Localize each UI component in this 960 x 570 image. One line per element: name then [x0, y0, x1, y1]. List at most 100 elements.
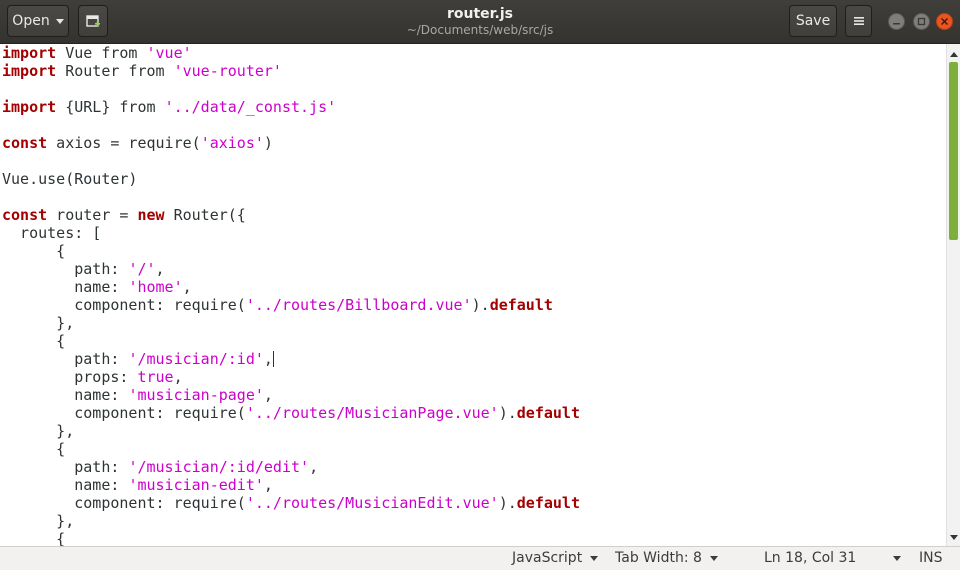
new-document-button[interactable]: [78, 5, 108, 37]
code-line[interactable]: path: '/musician/:id/edit',: [2, 458, 946, 476]
code-token: ): [263, 134, 273, 152]
code-string: 'axios': [200, 134, 264, 152]
code-line[interactable]: },: [2, 314, 946, 332]
code-string: '../data/_const.js': [164, 98, 337, 116]
close-icon: [941, 18, 948, 25]
code-token: ).: [471, 296, 490, 314]
tab-width-selector[interactable]: Tab Width: 8: [615, 550, 718, 566]
code-line[interactable]: {: [2, 530, 946, 546]
code-line[interactable]: import {URL} from '../data/_const.js': [2, 98, 946, 116]
code-token: component: require(: [2, 494, 246, 512]
open-button[interactable]: Open: [7, 5, 69, 37]
chevron-down-icon: [709, 555, 718, 561]
code-string: '/': [128, 260, 156, 278]
code-line[interactable]: {: [2, 332, 946, 350]
code-token: path:: [2, 350, 129, 368]
code-token: props:: [2, 368, 138, 386]
cursor-position-label: Ln 18, Col 31: [764, 550, 857, 566]
code-token: axios = require(: [47, 134, 201, 152]
code-line[interactable]: [2, 152, 946, 170]
cursor-position-selector[interactable]: Ln 18, Col 31: [764, 550, 902, 566]
code-string: '/musician/:id/edit': [128, 458, 310, 476]
code-keyword: const: [2, 134, 48, 152]
code-text[interactable]: import Vue from 'vue' import Router from …: [0, 44, 946, 546]
scrollbar-thumb[interactable]: [949, 62, 958, 240]
code-line[interactable]: component: require('../routes/MusicianEd…: [2, 494, 946, 512]
code-string: '../routes/MusicianEdit.vue': [245, 494, 499, 512]
code-line[interactable]: {: [2, 440, 946, 458]
code-editor[interactable]: import Vue from 'vue' import Router from …: [0, 44, 946, 546]
code-token: ,: [263, 350, 273, 368]
code-keyword: import: [2, 62, 57, 80]
hamburger-menu-button[interactable]: [845, 5, 872, 37]
save-button-label: Save: [795, 13, 831, 29]
code-line[interactable]: name: 'home',: [2, 278, 946, 296]
code-keyword: default: [516, 494, 580, 512]
insert-mode-indicator: INS: [919, 550, 943, 566]
insert-mode-label: INS: [919, 550, 943, 566]
code-line[interactable]: component: require('../routes/MusicianPa…: [2, 404, 946, 422]
code-line[interactable]: import Router from 'vue-router': [2, 62, 946, 80]
code-token: },: [2, 512, 75, 530]
code-token: ,: [263, 386, 273, 404]
window-title: router.js: [446, 6, 514, 22]
code-token: router =: [47, 206, 138, 224]
code-line[interactable]: path: '/musician/:id',: [2, 350, 946, 368]
code-literal: true: [137, 368, 174, 386]
code-line[interactable]: import Vue from 'vue': [2, 44, 946, 62]
code-token: ,: [263, 476, 273, 494]
code-line[interactable]: props: true,: [2, 368, 946, 386]
code-token: name:: [2, 278, 129, 296]
code-line[interactable]: },: [2, 512, 946, 530]
code-string: 'vue-router': [173, 62, 282, 80]
code-line[interactable]: [2, 80, 946, 98]
code-token: ,: [182, 278, 192, 296]
code-line[interactable]: },: [2, 422, 946, 440]
code-token: routes: [: [2, 224, 102, 242]
code-line[interactable]: name: 'musician-edit',: [2, 476, 946, 494]
minimize-icon: [893, 23, 900, 25]
code-token: Router({: [164, 206, 246, 224]
code-line[interactable]: routes: [: [2, 224, 946, 242]
code-token: name:: [2, 476, 129, 494]
status-bar: JavaScript Tab Width: 8 Ln 18, Col 31 IN…: [0, 546, 960, 570]
code-line[interactable]: {: [2, 242, 946, 260]
open-button-label: Open: [12, 13, 50, 29]
language-selector[interactable]: JavaScript: [512, 550, 599, 566]
language-label: JavaScript: [512, 550, 583, 566]
code-token: ).: [498, 404, 517, 422]
code-line[interactable]: const axios = require('axios'): [2, 134, 946, 152]
save-button[interactable]: Save: [789, 5, 837, 37]
code-string: '../routes/MusicianPage.vue': [245, 404, 499, 422]
tab-width-label: Tab Width: 8: [615, 550, 702, 566]
scroll-up-icon[interactable]: [950, 52, 958, 57]
code-token: Vue.use(Router): [2, 170, 138, 188]
code-line[interactable]: const router = new Router({: [2, 206, 946, 224]
chevron-down-icon: [893, 555, 902, 561]
new-document-icon: [86, 15, 100, 27]
code-string: '/musician/:id': [128, 350, 264, 368]
code-line[interactable]: Vue.use(Router): [2, 170, 946, 188]
chevron-down-icon: [590, 555, 599, 561]
code-keyword: import: [2, 44, 57, 62]
minimize-button[interactable]: [888, 13, 905, 30]
code-keyword: new: [137, 206, 165, 224]
code-keyword: const: [2, 206, 48, 224]
scroll-down-icon[interactable]: [950, 535, 958, 540]
code-keyword: default: [489, 296, 553, 314]
window-subtitle: ~/Documents/web/src/js: [406, 23, 554, 37]
chevron-down-icon: [55, 18, 64, 24]
code-line[interactable]: [2, 188, 946, 206]
code-line[interactable]: path: '/',: [2, 260, 946, 278]
code-line[interactable]: component: require('../routes/Billboard.…: [2, 296, 946, 314]
menu-icon: [853, 17, 864, 25]
code-token: {URL} from: [56, 98, 165, 116]
code-line[interactable]: [2, 116, 946, 134]
code-token: path:: [2, 458, 129, 476]
maximize-button[interactable]: [913, 13, 930, 30]
vertical-scrollbar[interactable]: [946, 44, 960, 546]
code-token: {: [2, 242, 66, 260]
code-string: 'musician-page': [128, 386, 264, 404]
code-line[interactable]: name: 'musician-page',: [2, 386, 946, 404]
close-button[interactable]: [936, 13, 953, 30]
